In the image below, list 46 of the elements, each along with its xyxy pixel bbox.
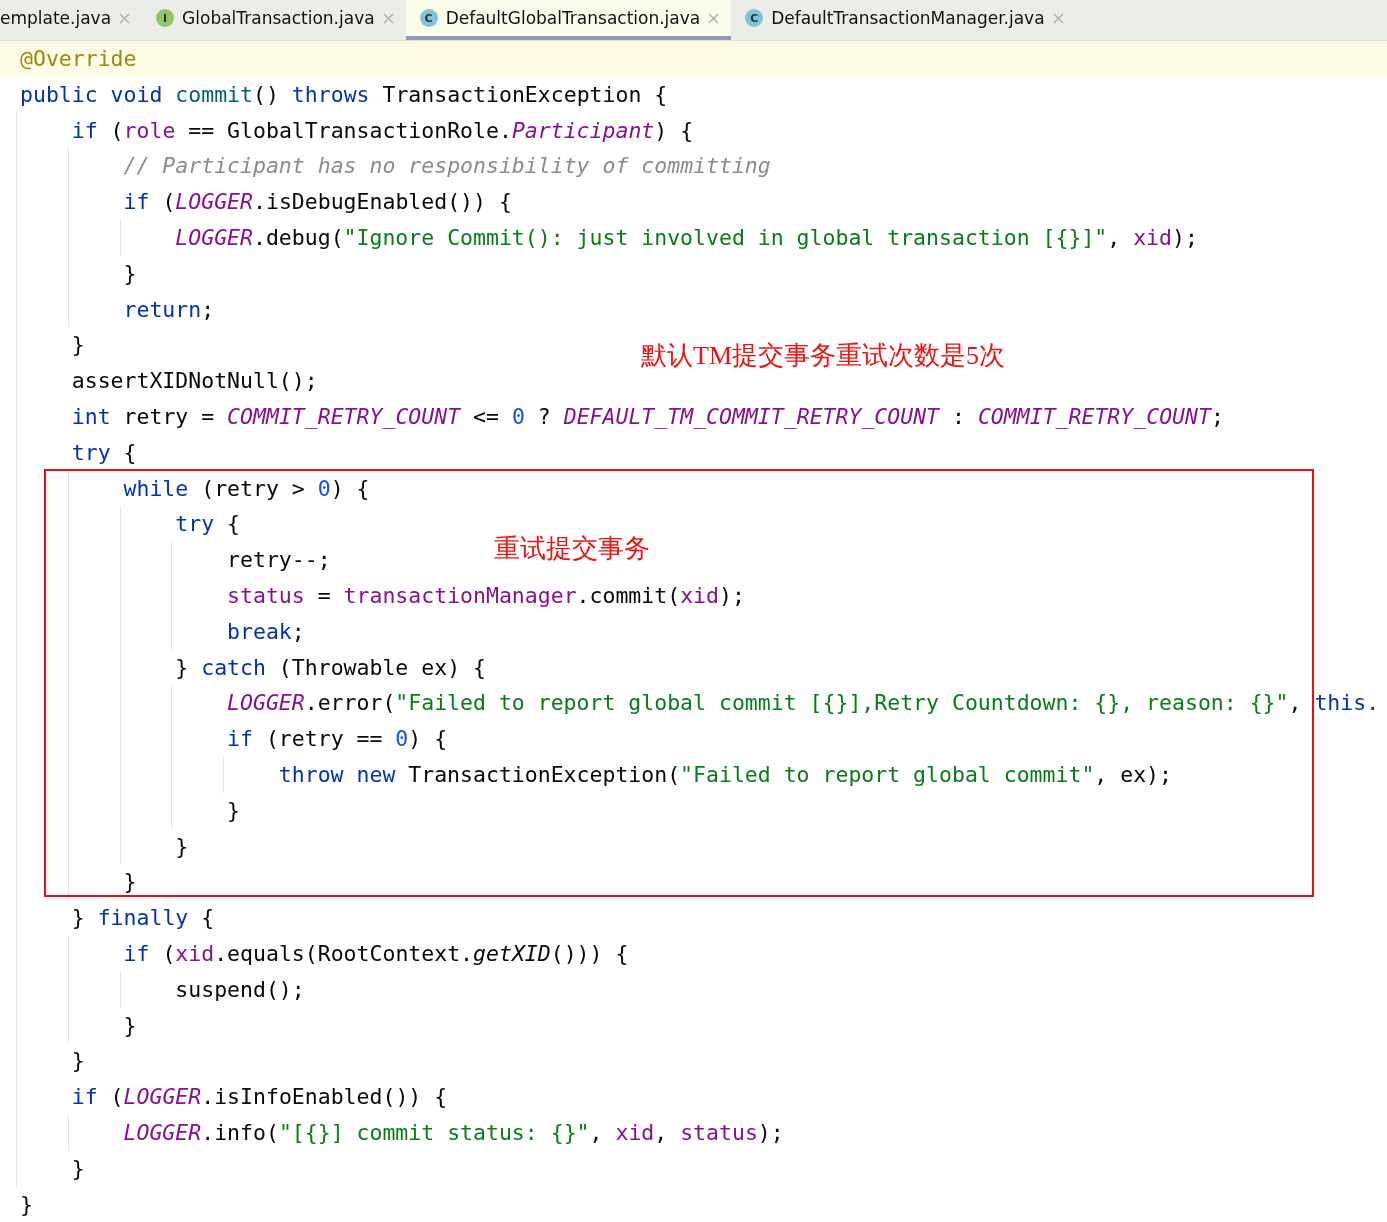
file-tab[interactable]: C DefaultGlobalTransaction.java bbox=[405, 0, 732, 40]
code-line: @Override bbox=[19, 45, 137, 73]
code-line: // Participant has no responsibility of committing bbox=[122, 152, 771, 181]
code-line: } finally { bbox=[70, 904, 215, 933]
code-line: if (xid.equals(RootContext.getXID())) { bbox=[122, 939, 629, 968]
code-line: assertXIDNotNull(); bbox=[70, 367, 318, 396]
code-line: } bbox=[226, 796, 240, 825]
class-icon: C bbox=[419, 9, 438, 27]
code-line: break; bbox=[226, 617, 305, 646]
annotation-text: 默认TM提交事务重试次数是5次 bbox=[641, 340, 1005, 372]
code-line: return; bbox=[122, 295, 215, 324]
file-tab[interactable]: emplate.java bbox=[0, 0, 143, 40]
code-line: suspend(); bbox=[174, 975, 305, 1004]
code-line: if (LOGGER.isInfoEnabled()) { bbox=[70, 1083, 448, 1112]
class-icon: C bbox=[745, 9, 764, 27]
code-line: } bbox=[19, 1190, 33, 1219]
code-line: } bbox=[122, 868, 137, 897]
code-line: } bbox=[70, 331, 85, 360]
annotation-text: 重试提交事务 bbox=[494, 533, 650, 565]
interface-icon: I bbox=[156, 9, 175, 27]
file-tab[interactable]: I GlobalTransaction.java bbox=[142, 0, 406, 40]
code-line: public void commit() throws TransactionException { bbox=[19, 80, 668, 109]
close-icon[interactable] bbox=[119, 12, 131, 24]
close-icon[interactable] bbox=[1052, 12, 1064, 24]
code-line: if (role == GlobalTransactionRole.Participant) { bbox=[70, 116, 694, 145]
code-line: LOGGER.error("Failed to report global commit [{}],Retry Countdown: {}, reason: {}", this. bbox=[226, 689, 1380, 718]
code-line: } bbox=[174, 832, 189, 861]
code-line: } bbox=[122, 259, 137, 288]
code-line: if (retry == 0) { bbox=[226, 725, 448, 754]
code-line: } bbox=[70, 1154, 85, 1183]
code-line: LOGGER.debug("Ignore Commit(): just involved in global transaction [{}]", xid); bbox=[174, 224, 1198, 252]
close-icon[interactable] bbox=[708, 12, 720, 24]
code-line: throw new TransactionException("Failed to report global commit", ex); bbox=[277, 760, 1172, 789]
code-line: if (LOGGER.isDebugEnabled()) { bbox=[122, 188, 512, 217]
code-line: } catch (Throwable ex) { bbox=[174, 653, 486, 682]
code-line: LOGGER.info("[{}] commit status: {}", xid, status); bbox=[122, 1118, 784, 1147]
file-tab[interactable]: C DefaultTransactionManager.java bbox=[731, 0, 1076, 40]
code-line: try { bbox=[70, 438, 137, 467]
code-line: while (retry > 0) { bbox=[122, 474, 370, 503]
code-line: retry--; bbox=[226, 546, 331, 575]
code-line: status = transactionManager.commit(xid); bbox=[226, 581, 745, 610]
close-icon[interactable] bbox=[382, 12, 394, 24]
code-line: int retry = COMMIT_RETRY_COUNT <= 0 ? DEFAULT_TM_COMMIT_RETRY_COUNT : COMMIT_RETRY_COUNT; bbox=[70, 402, 1224, 431]
code-line: try { bbox=[174, 510, 241, 539]
code-line: } bbox=[70, 1047, 85, 1076]
code-line: } bbox=[122, 1011, 137, 1040]
